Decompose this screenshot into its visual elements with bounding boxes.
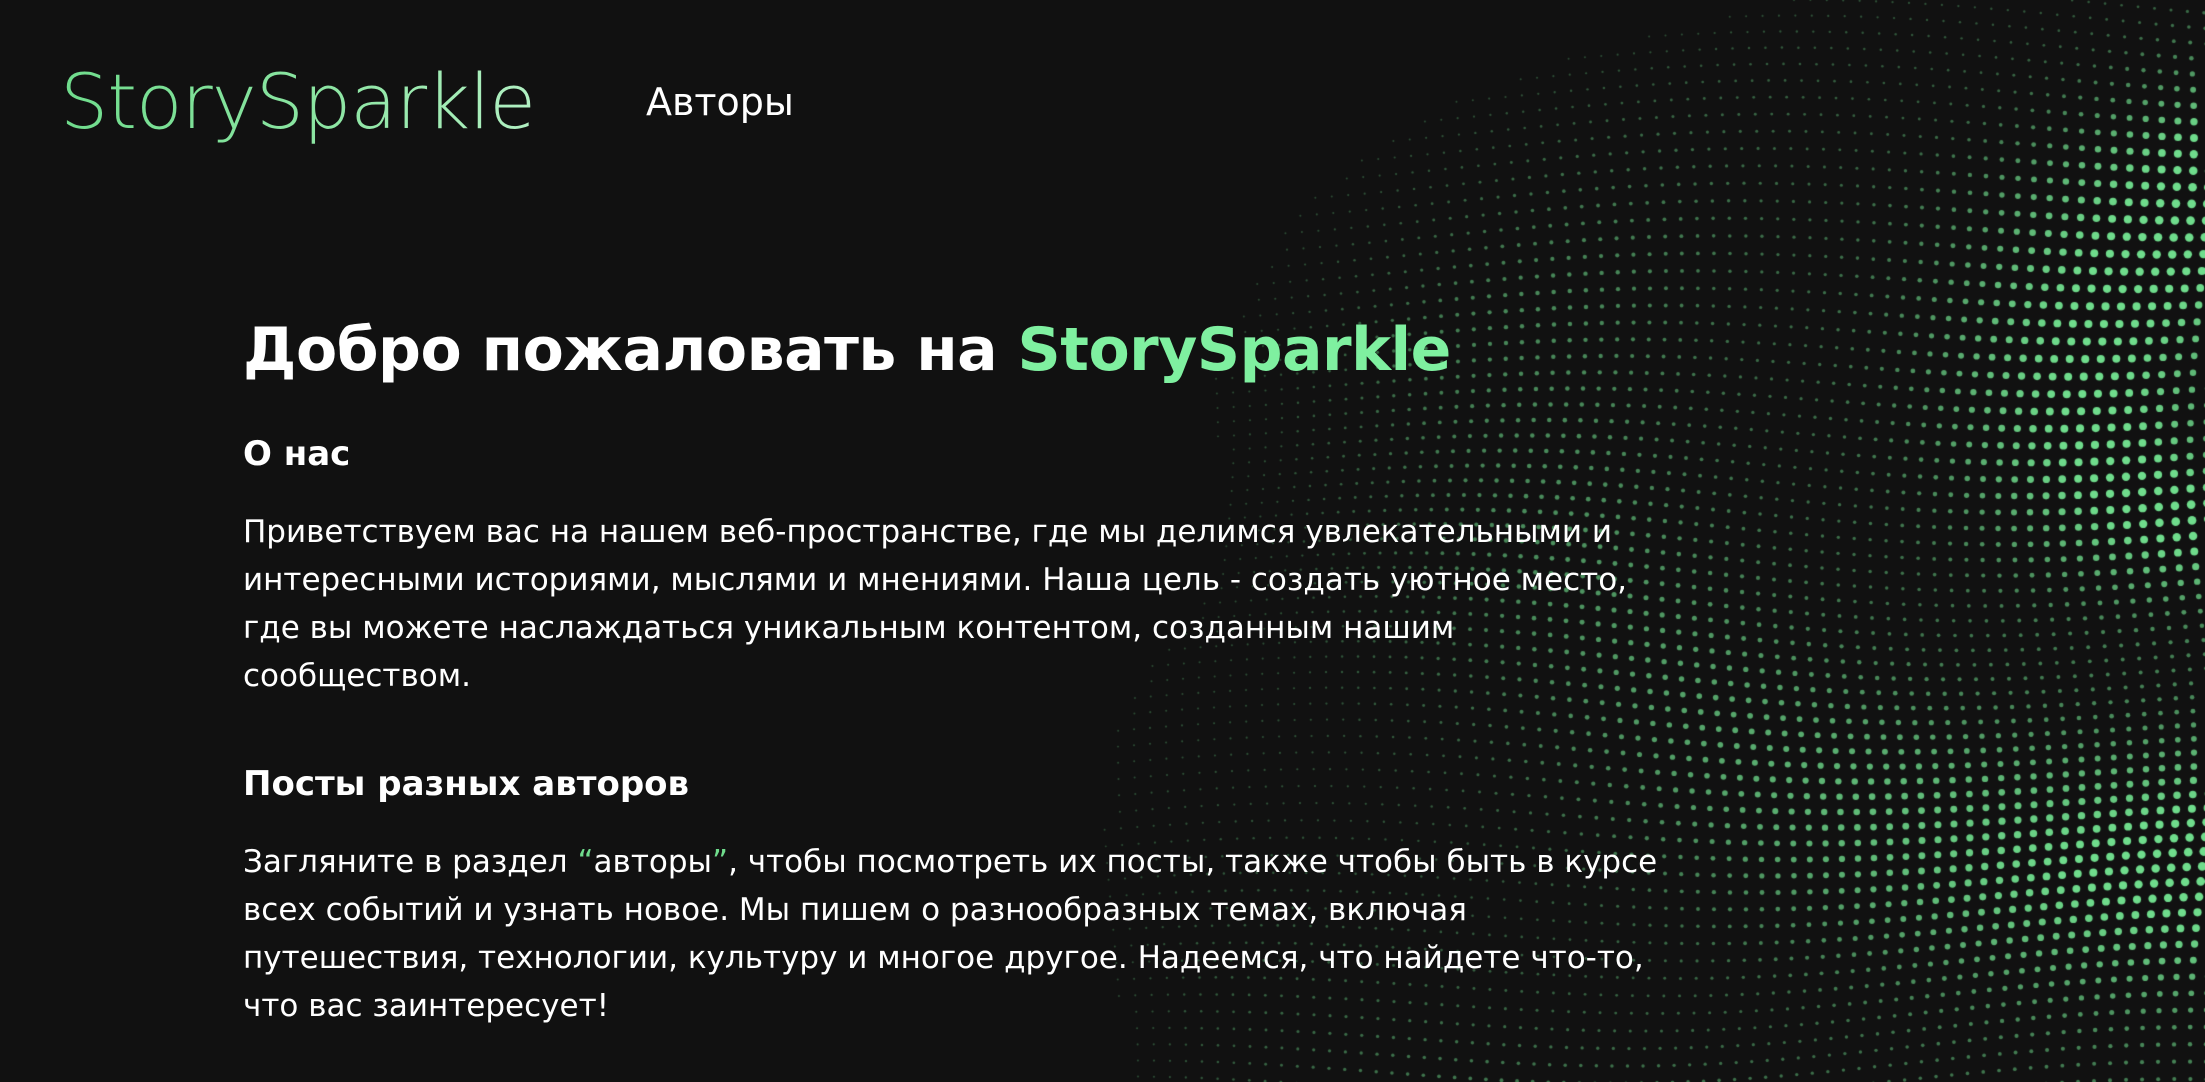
nav-link-authors[interactable]: Авторы bbox=[646, 78, 794, 126]
about-line: интересными историями, мыслями и мнениям… bbox=[243, 562, 1628, 598]
posts-line: всех событий и узнать новое. Мы пишем о … bbox=[243, 892, 1467, 928]
posts-paragraph: Загляните в раздел “авторы”, чтобы посмо… bbox=[243, 838, 1663, 1030]
about-line: Приветствуем вас на нашем веб-пространст… bbox=[243, 514, 1613, 550]
posts-line: что вас заинтересует! bbox=[243, 988, 610, 1024]
about-heading: О нас bbox=[243, 434, 351, 474]
page-title-accent: StorySparkle bbox=[1017, 315, 1452, 385]
page-title: Добро пожаловать на StorySparkle bbox=[243, 300, 1683, 400]
about-paragraph: Приветствуем вас на нашем веб-пространст… bbox=[243, 508, 1663, 700]
site-header: StorySparkle Авторы bbox=[0, 0, 2205, 180]
posts-heading: Посты разных авторов bbox=[243, 764, 690, 804]
posts-line-intro: Загляните в раздел bbox=[243, 844, 578, 880]
posts-line: путешествия, технологии, культуру и мног… bbox=[243, 940, 1644, 976]
authors-inline-link[interactable]: авторы bbox=[594, 844, 712, 880]
posts-line-rest: , чтобы посмотреть их посты, также чтобы… bbox=[728, 844, 1658, 880]
page-title-prefix: Добро пожаловать на bbox=[243, 315, 1018, 385]
page: StorySparkle Авторы Добро пожаловать на … bbox=[0, 0, 2205, 1082]
about-line: сообществом. bbox=[243, 658, 471, 694]
main-content: Добро пожаловать на StorySparkle О нас П… bbox=[243, 300, 1683, 1030]
quote-open-mark: “ bbox=[577, 844, 594, 880]
site-logo[interactable]: StorySparkle bbox=[60, 52, 536, 152]
quote-close-mark: ” bbox=[712, 844, 729, 880]
about-line: где вы можете наслаждаться уникальным ко… bbox=[243, 610, 1455, 646]
